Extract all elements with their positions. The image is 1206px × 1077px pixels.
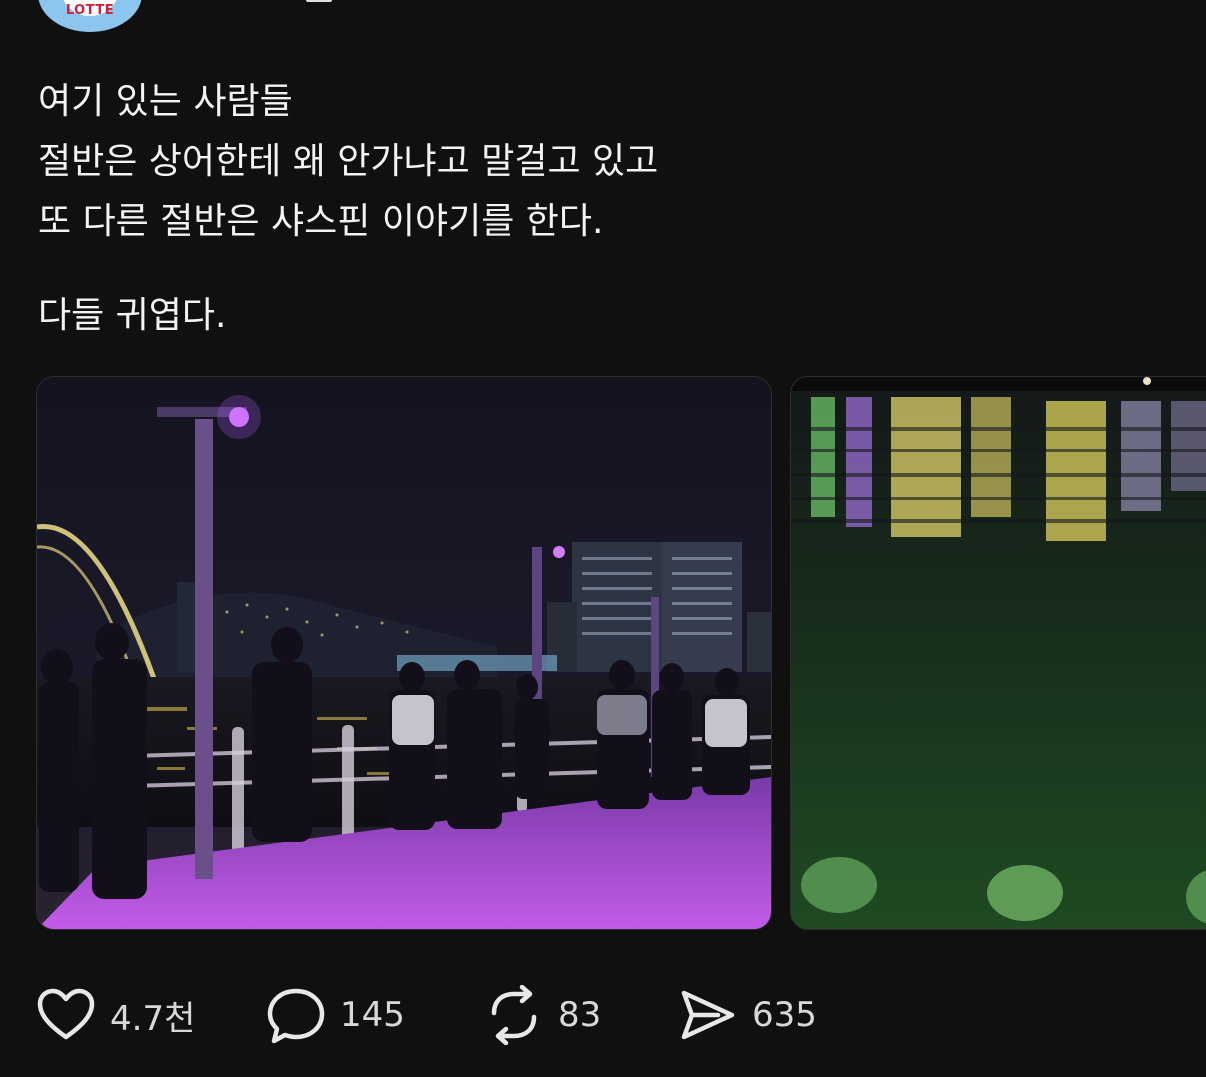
- avatar-logo-text: LOTTE: [65, 3, 115, 18]
- post-actions: 4.7천 145 83 635: [36, 985, 1196, 1045]
- media-image-2[interactable]: [790, 376, 1206, 930]
- post-body: 여기 있는 사람들 절반은 상어한테 왜 안가냐고 말걸고 있고 또 다른 절반…: [38, 72, 1138, 346]
- night-waterfront-photo: [37, 377, 771, 929]
- share-button[interactable]: 635: [678, 985, 817, 1045]
- water-reflection-photo: [791, 377, 1206, 929]
- share-count: 635: [752, 995, 817, 1035]
- reply-button[interactable]: 145: [266, 985, 405, 1045]
- like-button[interactable]: 4.7천: [36, 985, 195, 1045]
- avatar[interactable]: LOTTE: [38, 0, 142, 32]
- media-image-1[interactable]: [36, 376, 772, 930]
- post-line: 다들 귀엽다.: [38, 295, 227, 336]
- heart-icon: [37, 988, 95, 1040]
- send-icon: [681, 990, 735, 1040]
- reply-count: 145: [340, 995, 405, 1035]
- speech-bubble-icon: [267, 988, 325, 1044]
- repost-icon: [491, 985, 537, 1045]
- like-count: 4.7천: [110, 998, 196, 1039]
- repost-count: 83: [558, 995, 602, 1035]
- post-line: 절반은 상어한테 왜 안가냐고 말걸고 있고: [38, 141, 659, 182]
- post-line: 또 다른 절반은 샤스핀 이야기를 한다.: [38, 201, 604, 242]
- post-line: 여기 있는 사람들: [38, 81, 293, 122]
- repost-button[interactable]: 83: [484, 985, 601, 1045]
- username-fragment[interactable]: [306, 0, 332, 2]
